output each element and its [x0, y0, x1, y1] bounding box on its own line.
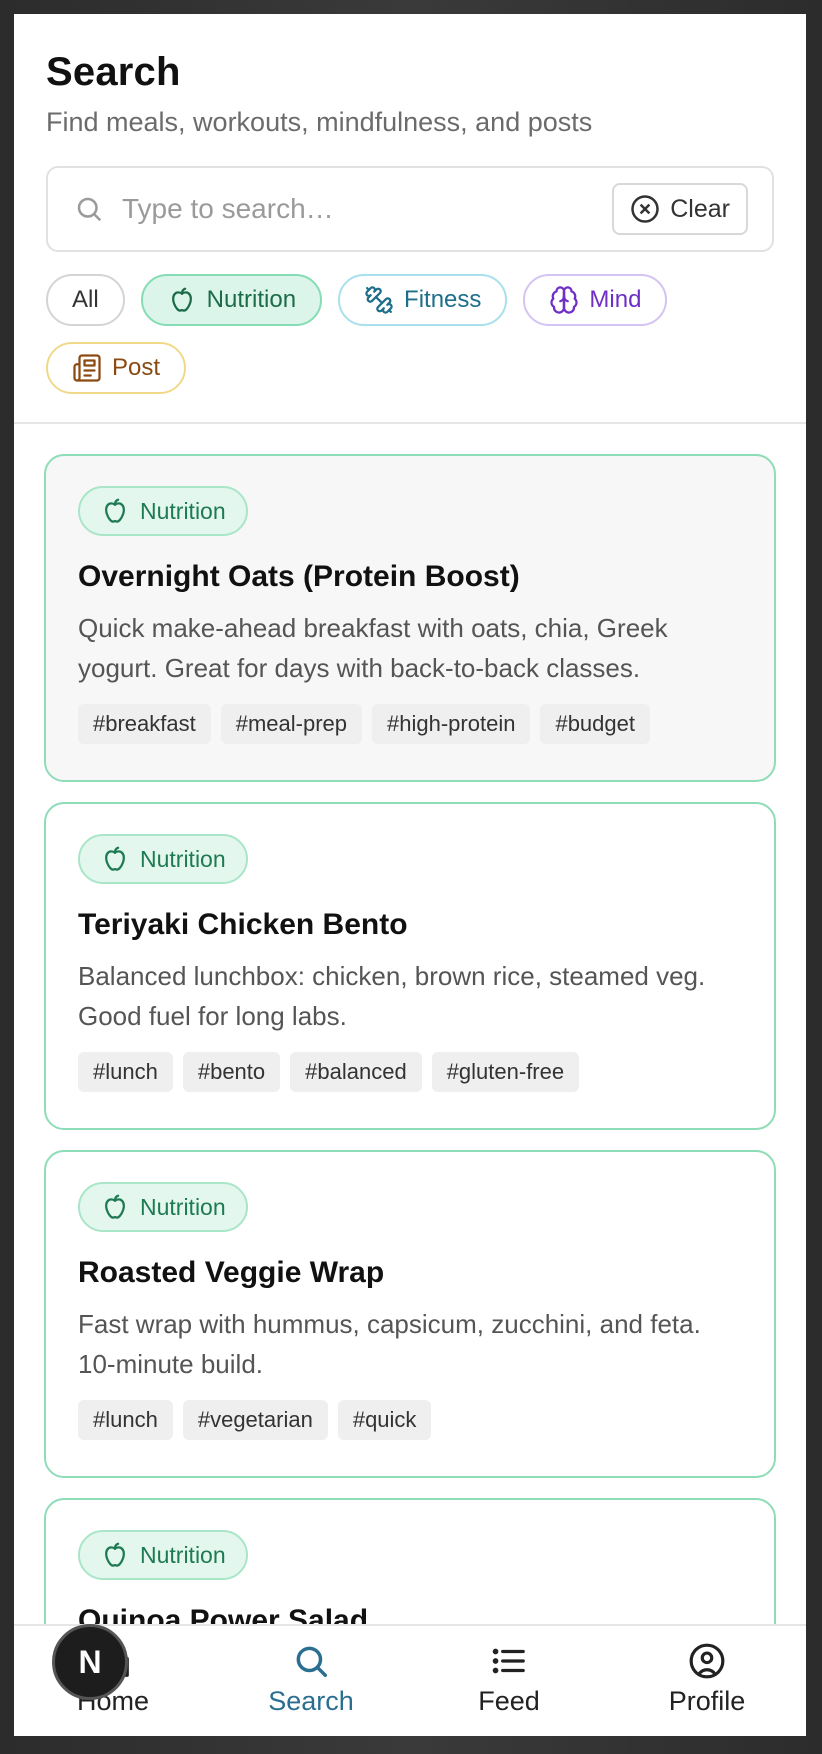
card-title: Overnight Oats (Protein Boost): [78, 560, 520, 593]
search-input[interactable]: [122, 193, 613, 225]
category-badge: Nutrition: [78, 1530, 248, 1580]
filter-chip-nutrition[interactable]: Nutrition: [140, 274, 323, 326]
tag[interactable]: #bento: [182, 1052, 281, 1092]
tag-list: #lunch #bento #balanced #gluten-free: [78, 1052, 742, 1092]
filter-chip-fitness[interactable]: Fitness: [338, 274, 508, 326]
nav-item-label: Feed: [478, 1686, 540, 1716]
card-title: Roasted Veggie Wrap: [78, 1256, 385, 1289]
filter-chip-label: Nutrition: [206, 286, 297, 313]
filter-chip-post[interactable]: Post: [46, 342, 187, 394]
user-circle-icon: [689, 1643, 725, 1679]
result-card[interactable]: Nutrition Roasted Veggie Wrap Fast wrap …: [44, 1150, 776, 1478]
filter-chip-mind[interactable]: Mind: [523, 274, 668, 326]
category-badge-label: Nutrition: [140, 1193, 226, 1220]
tag[interactable]: #lunch: [78, 1052, 173, 1092]
list-icon: [492, 1648, 525, 1674]
apple-icon: [105, 1194, 125, 1219]
tag[interactable]: #high-protein: [372, 704, 531, 744]
tag[interactable]: #meal-prep: [220, 704, 363, 744]
search-icon: [77, 197, 102, 222]
tag-list: #breakfast #meal-prep #high-protein #bud…: [78, 704, 742, 744]
category-badge-label: Nutrition: [140, 845, 226, 872]
apple-icon: [105, 1542, 125, 1567]
filter-chip-label: Post: [112, 354, 161, 381]
page-subtitle: Find meals, workouts, mindfulness, and p…: [46, 107, 593, 137]
apple-icon: [105, 498, 125, 523]
tag[interactable]: #breakfast: [78, 704, 211, 744]
result-card[interactable]: Nutrition Overnight Oats (Protein Boost)…: [44, 454, 776, 782]
app-screen: Search Find meals, workouts, mindfulness…: [14, 14, 806, 1736]
tag-list: #lunch #vegetarian #quick: [78, 1400, 742, 1440]
nav-item-profile[interactable]: Profile: [608, 1626, 806, 1736]
filter-chip-label: Mind: [589, 286, 642, 313]
filter-chip-label: Fitness: [404, 286, 482, 313]
clear-button[interactable]: Clear: [612, 183, 748, 235]
search-header: Search Find meals, workouts, mindfulness…: [14, 14, 806, 424]
card-title: Teriyaki Chicken Bento: [78, 908, 408, 941]
results-list: Nutrition Overnight Oats (Protein Boost)…: [14, 424, 806, 1736]
brain-icon: [550, 286, 579, 314]
result-card[interactable]: Nutrition Teriyaki Chicken Bento Balance…: [44, 802, 776, 1130]
nav-item-label: Search: [268, 1686, 354, 1716]
filter-chip-all[interactable]: All: [46, 274, 125, 326]
card-description: Balanced lunchbox: chicken, brown rice, …: [78, 961, 706, 1031]
category-badge-label: Nutrition: [140, 497, 226, 524]
tag[interactable]: #lunch: [78, 1400, 173, 1440]
category-badge: Nutrition: [78, 1182, 248, 1232]
category-badge-label: Nutrition: [140, 1541, 226, 1568]
clear-button-label: Clear: [670, 194, 730, 223]
search-icon: [296, 1646, 327, 1677]
search-bar: Clear: [46, 166, 774, 252]
nav-item-label: Profile: [668, 1686, 746, 1716]
bottom-nav: Home Search Feed Profile: [14, 1624, 806, 1736]
card-description: Fast wrap with hummus, capsicum, zucchin…: [78, 1309, 701, 1379]
tag[interactable]: #vegetarian: [182, 1400, 328, 1440]
filter-chips: All Nutrition Fitness Mind Post: [46, 274, 766, 394]
tag[interactable]: #balanced: [290, 1052, 422, 1092]
tag[interactable]: #quick: [337, 1400, 432, 1440]
nav-item-search[interactable]: Search: [212, 1626, 410, 1736]
tag[interactable]: #budget: [540, 704, 650, 744]
newspaper-icon: [73, 354, 101, 382]
dev-overlay-avatar[interactable]: N: [52, 1624, 128, 1700]
apple-icon: [105, 846, 125, 871]
dumbbell-icon: [365, 286, 393, 314]
apple-icon: [171, 287, 192, 312]
category-badge: Nutrition: [78, 834, 248, 884]
filter-chip-label: All: [72, 286, 99, 313]
card-description: Quick make-ahead breakfast with oats, ch…: [78, 613, 668, 683]
page-title: Search: [46, 50, 181, 94]
tag[interactable]: #gluten-free: [431, 1052, 580, 1092]
category-badge: Nutrition: [78, 486, 248, 536]
clear-circle-icon: [631, 195, 659, 223]
nav-item-feed[interactable]: Feed: [410, 1626, 608, 1736]
